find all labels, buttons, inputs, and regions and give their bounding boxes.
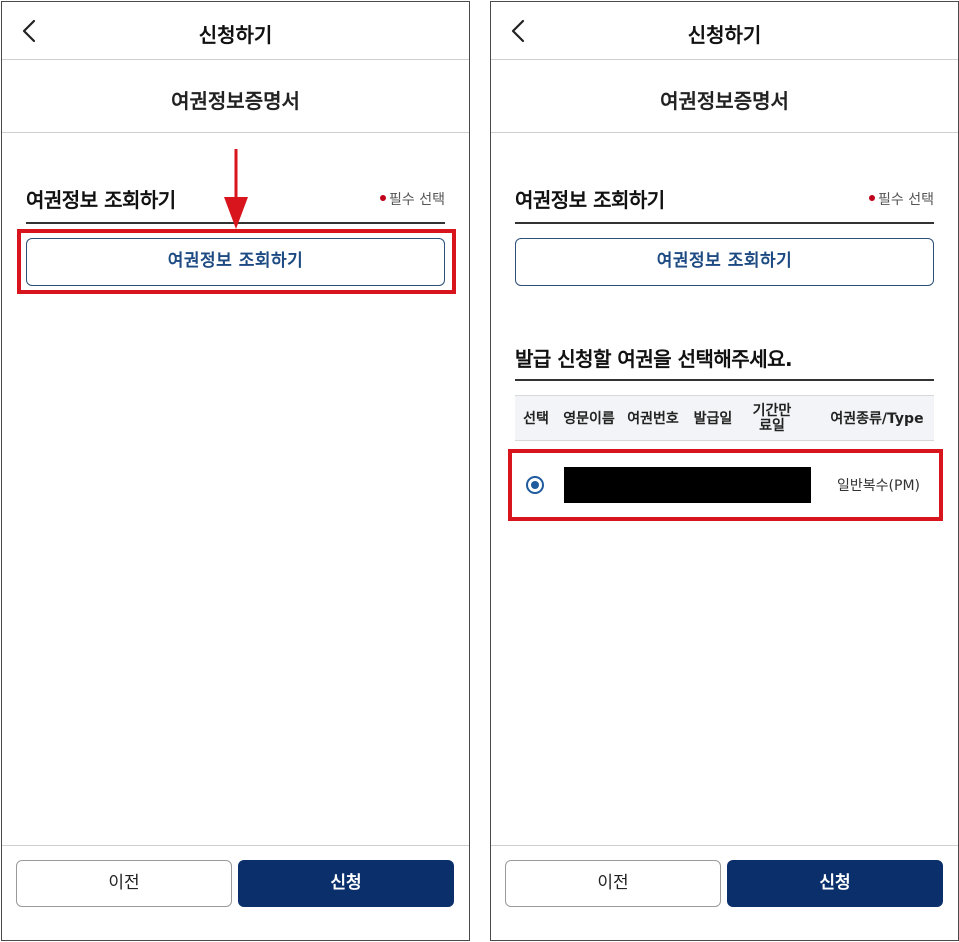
required-label: 필수 선택 bbox=[878, 192, 934, 208]
passport-lookup-button[interactable]: 여권정보 조회하기 bbox=[26, 238, 445, 286]
passport-select-radio[interactable] bbox=[526, 476, 544, 494]
prev-button[interactable]: 이전 bbox=[505, 860, 721, 907]
column-header-select: 선택 bbox=[523, 410, 549, 427]
column-header-passport-type: 여권종류/Type bbox=[830, 410, 924, 427]
column-header-english-name: 영문이름 bbox=[563, 410, 615, 427]
required-dot-icon bbox=[869, 195, 876, 201]
header-title: 신청하기 bbox=[198, 23, 273, 47]
passport-lookup-button[interactable]: 여권정보 조회하기 bbox=[515, 238, 934, 286]
section-title: 여권정보 조회하기 bbox=[26, 188, 176, 212]
screen-left: 신청하기 여권정보증명서 여권정보 조회하기 필수 선택 여권정보 조회하기 이… bbox=[1, 1, 470, 941]
section-title: 여권정보 조회하기 bbox=[515, 188, 665, 212]
app-header: 신청하기 bbox=[491, 2, 958, 60]
screen-right: 신청하기 여권정보증명서 여권정보 조회하기 필수 선택 여권정보 조회하기 발… bbox=[490, 1, 959, 941]
table-row[interactable]: 일반복수(PM) bbox=[515, 457, 934, 513]
select-passport-prompt: 발급 신청할 여권을 선택해주세요. bbox=[515, 347, 793, 371]
app-header: 신청하기 bbox=[2, 2, 469, 60]
section-divider bbox=[515, 222, 934, 224]
submit-button[interactable]: 신청 bbox=[238, 860, 454, 907]
redacted-passport-details bbox=[564, 467, 811, 503]
passport-table-header: 선택 영문이름 여권번호 발급일 기간만료일 여권종류/Type bbox=[515, 395, 934, 441]
section-divider bbox=[515, 379, 934, 381]
required-note: 필수 선택 bbox=[869, 189, 934, 209]
column-header-passport-number: 여권번호 bbox=[627, 410, 679, 427]
required-label: 필수 선택 bbox=[389, 192, 445, 208]
divider bbox=[2, 132, 469, 133]
header-title: 신청하기 bbox=[687, 23, 762, 47]
footer-divider bbox=[2, 845, 469, 846]
document-title: 여권정보증명서 bbox=[660, 89, 789, 113]
passport-type-cell: 일반복수(PM) bbox=[837, 478, 920, 494]
required-note: 필수 선택 bbox=[380, 189, 445, 209]
required-dot-icon bbox=[380, 195, 387, 201]
footer-divider bbox=[491, 845, 958, 846]
column-header-expiry-date: 기간만료일 bbox=[752, 403, 792, 434]
document-title: 여권정보증명서 bbox=[171, 89, 300, 113]
prev-button[interactable]: 이전 bbox=[16, 860, 232, 907]
divider bbox=[491, 132, 958, 133]
column-header-issue-date: 발급일 bbox=[693, 410, 733, 427]
submit-button[interactable]: 신청 bbox=[727, 860, 943, 907]
arrow-down-icon bbox=[224, 149, 248, 229]
